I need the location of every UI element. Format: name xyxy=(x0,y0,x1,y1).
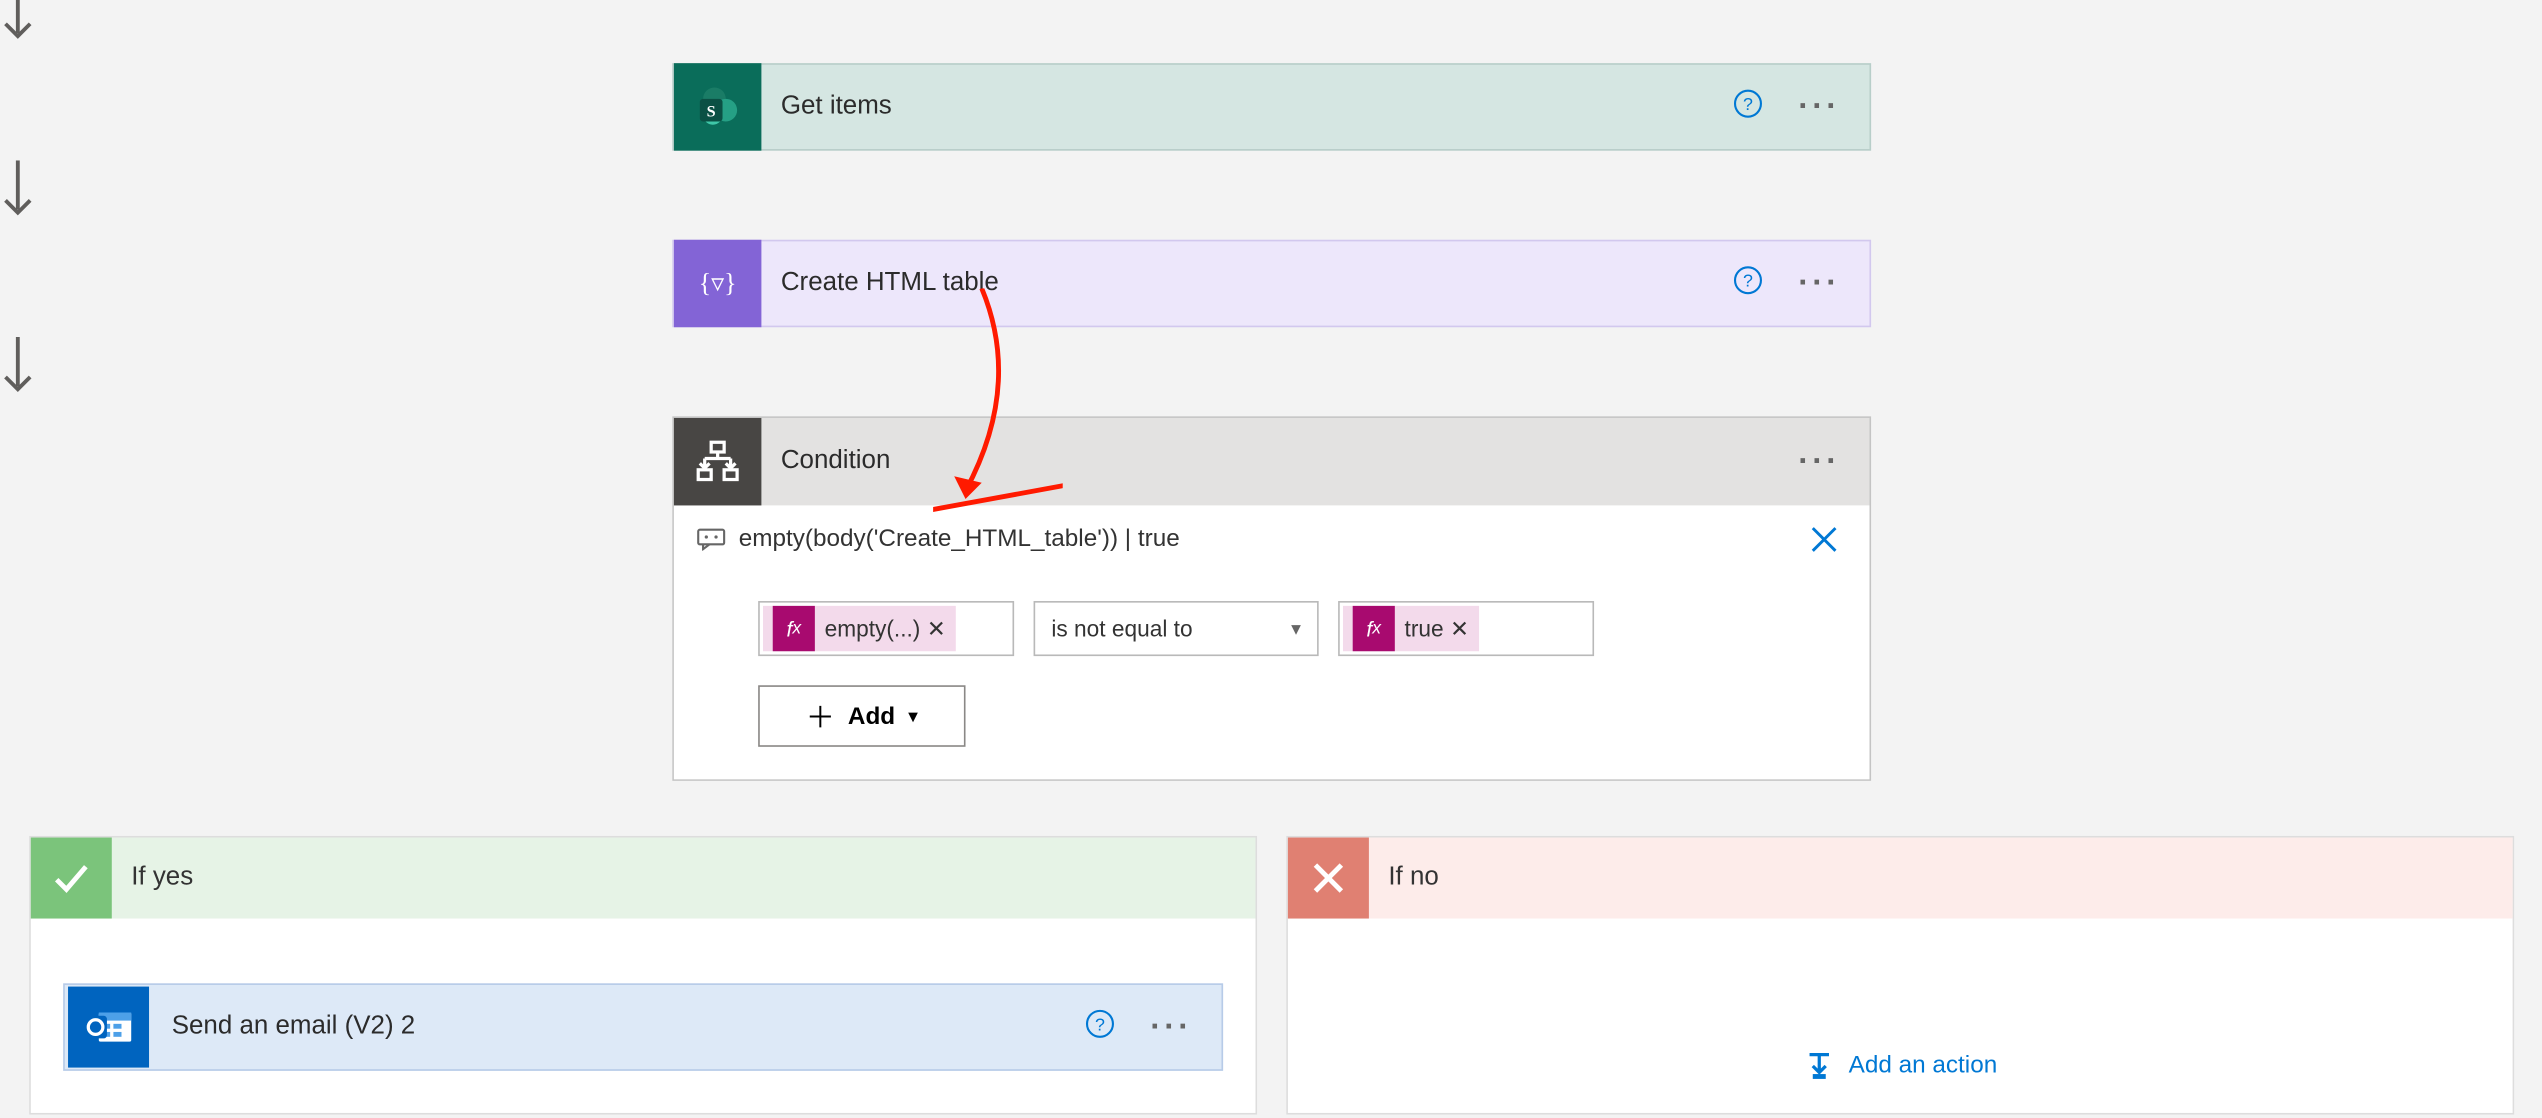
more-menu-icon[interactable]: ··· xyxy=(1798,443,1840,480)
condition-left-token: empty(...) xyxy=(825,616,921,642)
branch-if-no: If no Add an action xyxy=(1286,836,2514,1115)
branch-if-yes: If yes Send an email (V2) 2 xyxy=(29,836,1257,1115)
action-send-email[interactable]: Send an email (V2) 2 ? ··· xyxy=(63,983,1223,1070)
check-icon xyxy=(31,838,112,919)
more-menu-icon[interactable]: ··· xyxy=(1150,1008,1192,1045)
action-title: Get items xyxy=(761,92,1733,121)
arrow-down-icon xyxy=(0,337,36,399)
fx-icon: fx xyxy=(773,606,815,651)
help-icon[interactable]: ? xyxy=(1733,265,1762,302)
plus-icon: ＋ xyxy=(806,695,835,737)
chevron-down-icon: ▾ xyxy=(908,705,918,728)
branch-label: If yes xyxy=(112,863,193,892)
arrow-down-icon xyxy=(0,160,36,222)
sharepoint-icon: S xyxy=(674,63,761,150)
close-icon[interactable] xyxy=(1808,522,1840,567)
action-title: Create HTML table xyxy=(761,269,1733,298)
condition-operator-dropdown[interactable]: is not equal to ▾ xyxy=(1034,601,1319,656)
action-title: Condition xyxy=(761,447,1798,476)
token-remove-icon[interactable]: ✕ xyxy=(927,615,946,643)
more-menu-icon[interactable]: ··· xyxy=(1798,88,1840,125)
chevron-down-icon: ▾ xyxy=(1291,617,1301,640)
condition-expression-text: empty(body('Create_HTML_table')) | true xyxy=(739,525,1180,553)
x-icon xyxy=(1288,838,1369,919)
condition-right-value[interactable]: fx true ✕ xyxy=(1338,601,1594,656)
add-condition-button[interactable]: ＋ Add ▾ xyxy=(758,685,965,747)
add-action-button[interactable]: Add an action xyxy=(1288,1048,2513,1080)
help-icon[interactable]: ? xyxy=(1733,88,1762,125)
action-get-items[interactable]: S Get items ? ··· xyxy=(672,63,1871,150)
svg-text:?: ? xyxy=(1743,93,1753,113)
condition-operator: is not equal to xyxy=(1051,616,1192,642)
add-action-label: Add an action xyxy=(1849,1051,1998,1079)
condition-right-token: true xyxy=(1405,616,1444,642)
svg-text:{▿}: {▿} xyxy=(699,269,737,298)
insert-step-icon xyxy=(1803,1048,1835,1080)
comment-icon xyxy=(697,527,726,550)
condition-left-value[interactable]: fx empty(...) ✕ xyxy=(758,601,1014,656)
arrow-down-icon xyxy=(0,0,36,45)
svg-text:?: ? xyxy=(1743,270,1753,290)
action-create-html-table[interactable]: {▿} Create HTML table ? ··· xyxy=(672,240,1871,327)
action-title: Send an email (V2) 2 xyxy=(152,1013,1085,1042)
svg-text:?: ? xyxy=(1095,1014,1105,1034)
svg-text:S: S xyxy=(707,103,716,121)
help-icon[interactable]: ? xyxy=(1085,1008,1114,1045)
outlook-icon xyxy=(68,987,149,1068)
more-menu-icon[interactable]: ··· xyxy=(1798,265,1840,302)
fx-icon: fx xyxy=(1353,606,1395,651)
action-condition[interactable]: Condition ··· empty(body('Create_HTML_ta… xyxy=(672,416,1871,781)
condition-icon xyxy=(674,418,761,505)
branch-label: If no xyxy=(1369,863,1439,892)
token-remove-icon[interactable]: ✕ xyxy=(1450,615,1469,643)
data-operations-icon: {▿} xyxy=(674,240,761,327)
